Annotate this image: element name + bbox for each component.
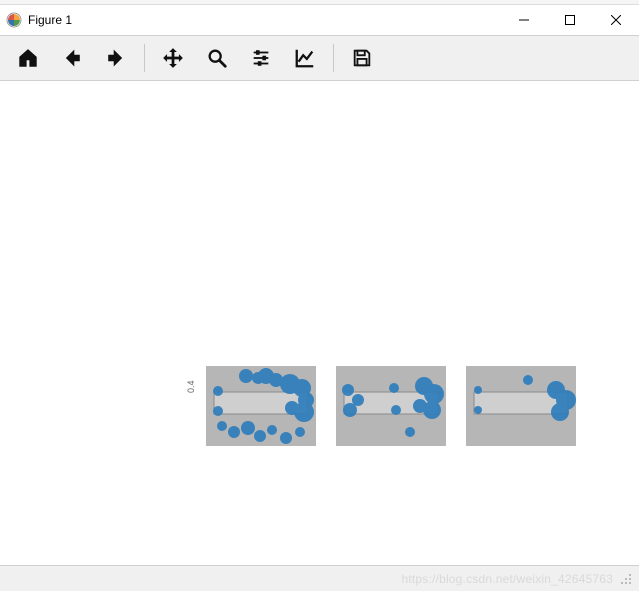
sliders-icon: [250, 47, 272, 69]
minimize-button[interactable]: [501, 5, 547, 35]
back-button[interactable]: [52, 40, 92, 76]
subplot-1: [336, 366, 446, 446]
navigation-toolbar: [0, 35, 639, 81]
maximize-button[interactable]: [547, 5, 593, 35]
configure-subplots-button[interactable]: [241, 40, 281, 76]
toolbar-separator: [144, 44, 145, 72]
move-icon: [162, 47, 184, 69]
maximize-icon: [565, 15, 575, 25]
y-axis-label: 0.4: [186, 380, 196, 393]
chart-line-icon: [294, 47, 316, 69]
home-icon: [17, 47, 39, 69]
app-icon: [6, 12, 22, 28]
save-figure-button[interactable]: [342, 40, 382, 76]
window-title: Figure 1: [28, 13, 72, 27]
close-button[interactable]: [593, 5, 639, 35]
arrow-left-icon: [61, 47, 83, 69]
resize-grip-icon[interactable]: [619, 572, 633, 586]
titlebar: Figure 1: [0, 5, 639, 35]
statusbar: https://blog.csdn.net/weixin_42645763: [0, 565, 639, 591]
figure-canvas[interactable]: 0.4: [0, 81, 639, 559]
home-button[interactable]: [8, 40, 48, 76]
edit-parameters-button[interactable]: [285, 40, 325, 76]
watermark-text: https://blog.csdn.net/weixin_42645763: [401, 572, 613, 586]
search-icon: [206, 47, 228, 69]
subplot-0: [206, 366, 316, 446]
arrow-right-icon: [105, 47, 127, 69]
save-icon: [351, 47, 373, 69]
toolbar-separator: [333, 44, 334, 72]
pan-button[interactable]: [153, 40, 193, 76]
minimize-icon: [519, 15, 529, 25]
close-icon: [611, 15, 621, 25]
subplot-2: [466, 366, 576, 446]
zoom-button[interactable]: [197, 40, 237, 76]
forward-button[interactable]: [96, 40, 136, 76]
